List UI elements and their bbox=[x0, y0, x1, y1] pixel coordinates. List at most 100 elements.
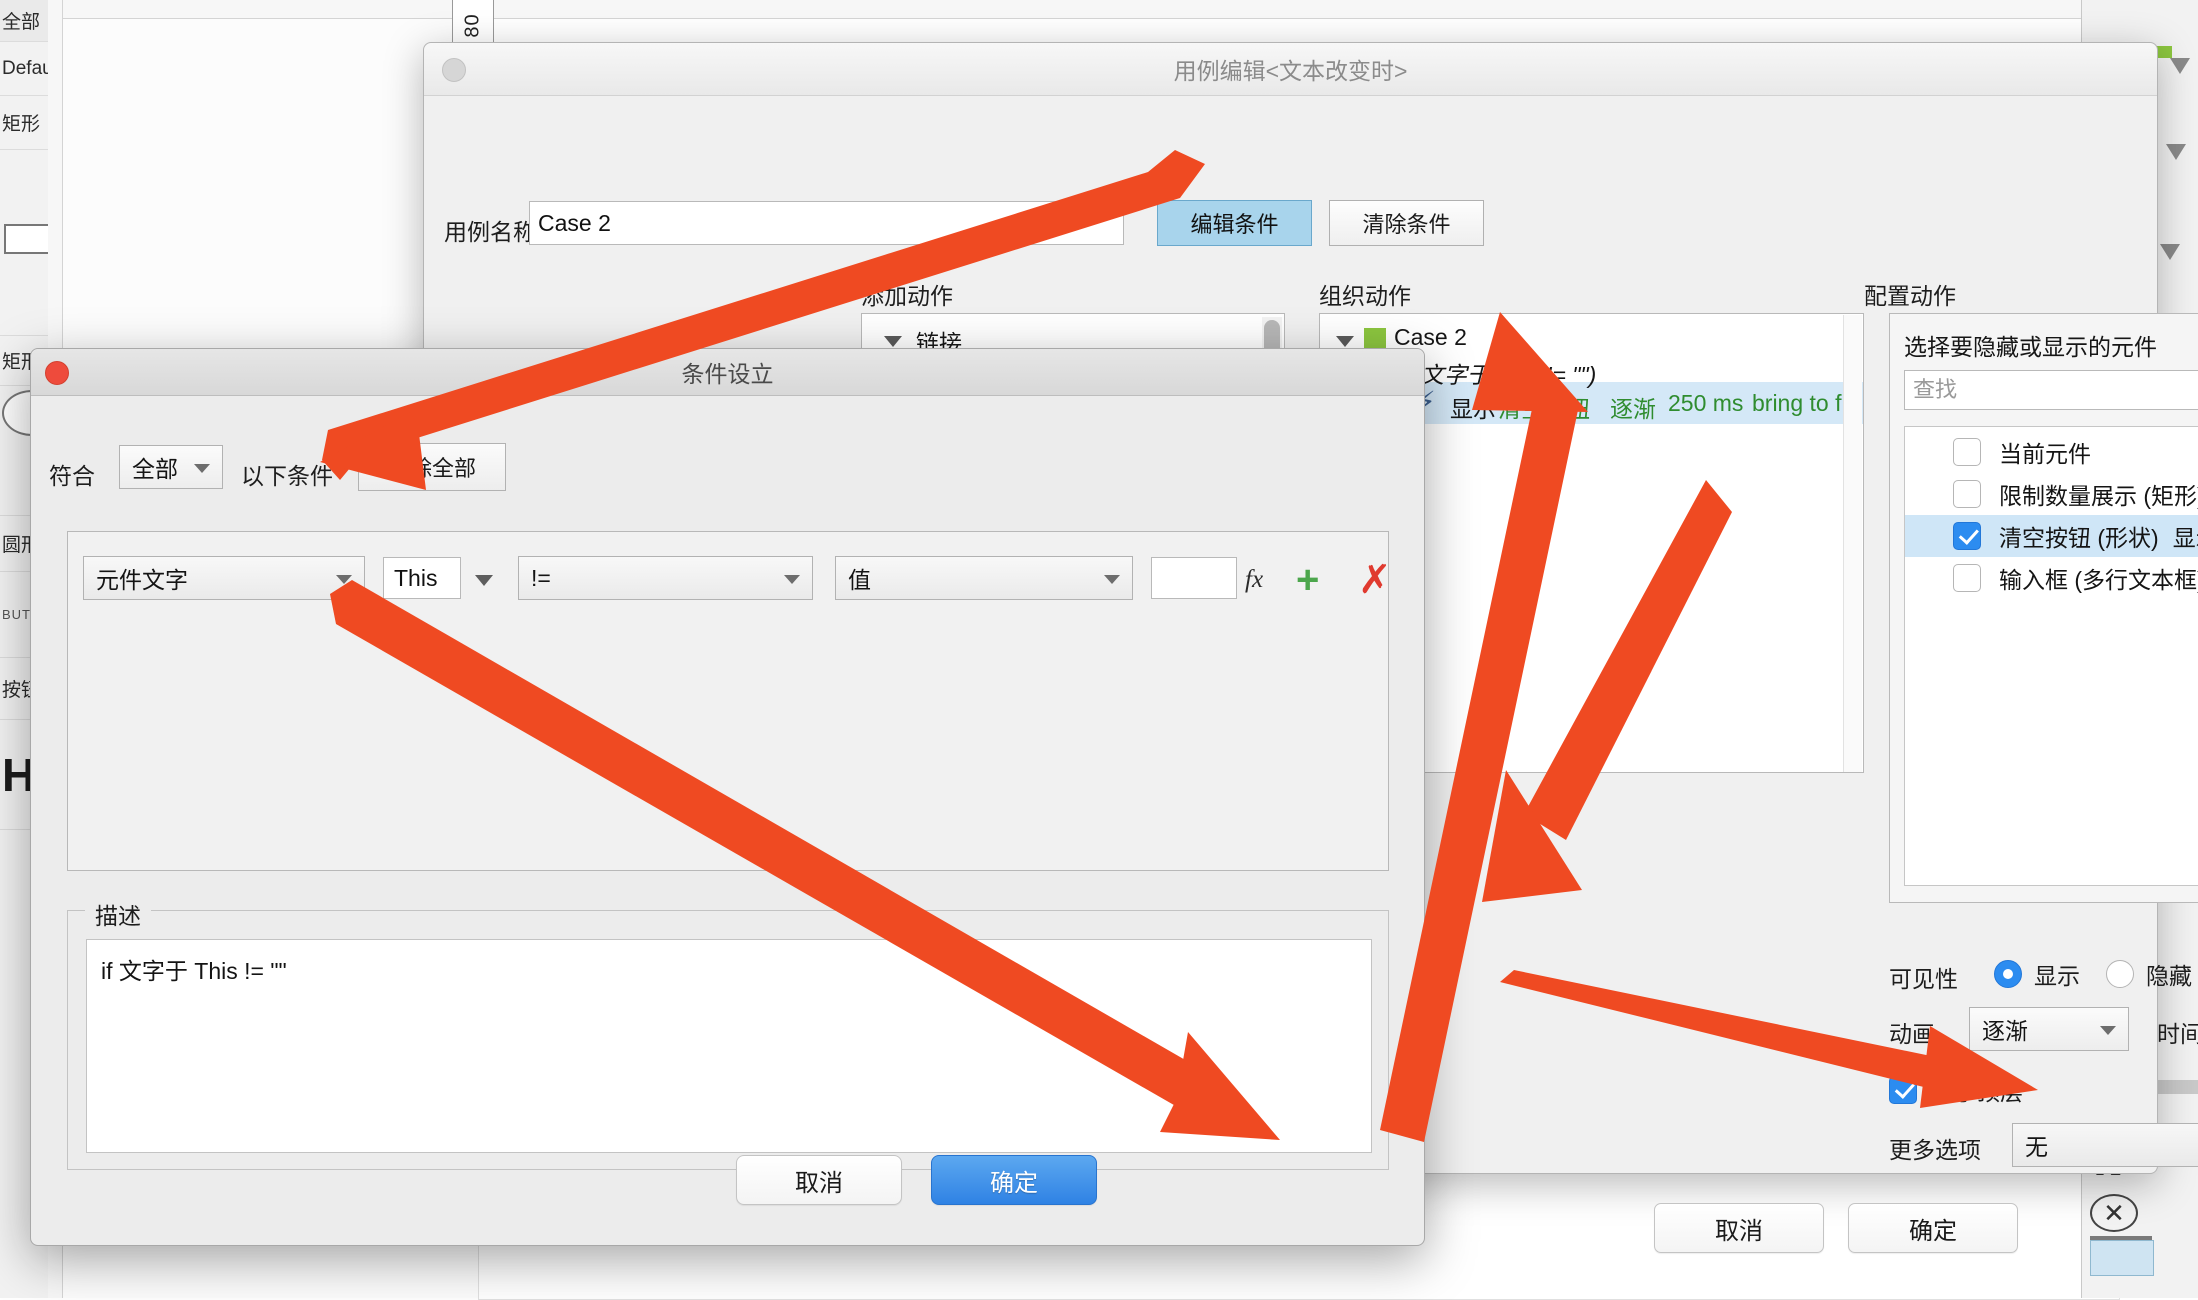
dialog-body: 符合 全部 以下条件 清除全部 元件文字 This != 值 fx + ✗ if… bbox=[31, 395, 1424, 1245]
widget-library-label: Default bbox=[2, 57, 48, 79]
cancel-button[interactable]: 取消 bbox=[1654, 1203, 1824, 1253]
config-action-panel: 选择要隐藏或显示的元件 查找 隐藏未命名的元件 当前元件 限制数量展示 (矩形) bbox=[1889, 313, 2198, 903]
ok-button[interactable]: 确定 bbox=[1848, 1203, 2018, 1253]
widget-checkbox[interactable] bbox=[1953, 438, 1981, 466]
condition-target-value: This bbox=[394, 564, 438, 591]
time-label: 时间 bbox=[2157, 1021, 2198, 1047]
description-text[interactable]: if 文字于 This != "" bbox=[86, 939, 1372, 1153]
dialog-title: 条件设立 bbox=[681, 361, 774, 387]
radio-hide-label: 隐藏 bbox=[2146, 963, 2192, 989]
widget-library-item-all[interactable]: 全部 bbox=[0, 0, 48, 42]
more-options-value: 无 bbox=[2025, 1134, 2048, 1160]
ruler-guide-tab: 80 bbox=[452, 0, 494, 47]
plus-icon[interactable]: + bbox=[1296, 560, 1319, 600]
bring-to-front-row[interactable]: 置于顶层 bbox=[1889, 1073, 2023, 1107]
chevron-down-icon[interactable] bbox=[2166, 144, 2186, 160]
chevron-down-icon bbox=[194, 464, 210, 473]
list-item[interactable]: 限制数量展示 (矩形) bbox=[1905, 473, 2198, 515]
organize-tree-scrollbar[interactable] bbox=[1843, 315, 1862, 772]
animation-select[interactable]: 逐渐 bbox=[1969, 1007, 2129, 1051]
cancel-button[interactable]: 取消 bbox=[736, 1155, 902, 1205]
case-name-label: 用例名称 bbox=[444, 219, 536, 245]
bring-to-front-label: 置于顶层 bbox=[1931, 1079, 2023, 1105]
ruler-tab-value: 80 bbox=[461, 13, 484, 38]
more-options-label: 更多选项 bbox=[1889, 1137, 1981, 1163]
list-item-selected[interactable]: 清空按钮 (形状) 显示 逐渐 250 ms bring to front bbox=[1905, 515, 2198, 557]
organize-action-target: 清空按钮 bbox=[1498, 396, 1590, 422]
fx-button[interactable]: fx bbox=[1245, 566, 1263, 594]
organize-action-duration: 250 ms bbox=[1668, 390, 1744, 416]
list-item[interactable]: 输入框 (多行文本框) bbox=[1905, 557, 2198, 599]
widget-checkbox[interactable] bbox=[1953, 480, 1981, 508]
widget-label: 限制数量展示 (矩形) bbox=[1999, 483, 2198, 509]
more-options-select[interactable]: 无 bbox=[2012, 1123, 2198, 1167]
find-placeholder-text: 查找 bbox=[1913, 377, 1958, 402]
widget-library-label: 矩形 bbox=[2, 114, 41, 135]
widget-checkbox[interactable] bbox=[1953, 564, 1981, 592]
edit-condition-button[interactable]: 编辑条件 bbox=[1157, 200, 1312, 246]
widget-library-item-rectangle[interactable]: 矩形 bbox=[0, 96, 48, 150]
radio-show[interactable] bbox=[1994, 960, 2022, 988]
chevron-down-icon[interactable] bbox=[2160, 244, 2180, 260]
widget-label: 输入框 (多行文本框) bbox=[1999, 567, 2198, 593]
condition-compare-type-select[interactable]: 值 bbox=[835, 556, 1133, 600]
select-widgets-label: 选择要隐藏或显示的元件 bbox=[1904, 334, 2157, 360]
chevron-down-icon bbox=[1104, 575, 1120, 584]
match-label: 符合 bbox=[49, 463, 95, 489]
bring-to-front-checkbox[interactable] bbox=[1889, 1076, 1917, 1104]
add-action-header: 添加动作 bbox=[861, 283, 953, 309]
dialog-title-bar: 条件设立 bbox=[31, 349, 1424, 396]
match-value: 全部 bbox=[132, 456, 178, 482]
chevron-down-icon bbox=[336, 575, 352, 584]
widget-label: 清空按钮 (形状) bbox=[1999, 525, 2159, 551]
condition-subject-value: 元件文字 bbox=[96, 567, 188, 593]
widget-checkbox[interactable] bbox=[1953, 522, 1981, 550]
case-name-input[interactable]: Case 2 bbox=[529, 201, 1124, 245]
find-input[interactable]: 查找 bbox=[1904, 370, 2198, 410]
horizontal-ruler bbox=[0, 0, 2198, 19]
cross-icon[interactable]: ✗ bbox=[1358, 560, 1392, 600]
rectangle-shape-icon bbox=[4, 224, 48, 254]
window-close-icon[interactable] bbox=[45, 361, 69, 385]
visibility-option-show[interactable]: 显示 bbox=[1994, 957, 2080, 991]
chevron-down-icon bbox=[784, 575, 800, 584]
chevron-down-icon[interactable] bbox=[884, 336, 902, 347]
dialog-title: 用例编辑<文本改变时> bbox=[1173, 58, 1408, 84]
widget-label: 当前元件 bbox=[1999, 441, 2091, 467]
below-conditions-label: 以下条件 bbox=[241, 463, 333, 489]
radio-hide[interactable] bbox=[2106, 960, 2134, 988]
chevron-down-icon bbox=[2100, 1026, 2116, 1035]
condition-subject-select[interactable]: 元件文字 bbox=[83, 556, 365, 600]
widget-list[interactable]: 当前元件 限制数量展示 (矩形) 清空按钮 (形状) 显示 逐渐 250 ms … bbox=[1904, 426, 2198, 886]
widget-preview-rectangle[interactable] bbox=[0, 216, 48, 336]
description-group: if 文字于 This != "" bbox=[67, 910, 1389, 1170]
config-action-header: 配置动作 bbox=[1864, 283, 1956, 309]
condition-compare-value-input[interactable] bbox=[1151, 557, 1237, 599]
chevron-down-icon[interactable] bbox=[1336, 336, 1354, 347]
visibility-option-hide[interactable]: 隐藏 bbox=[2106, 957, 2192, 991]
widget-action-summary: 显示 逐渐 250 ms bring to front bbox=[2172, 525, 2198, 551]
circle-x-icon[interactable]: ✕ bbox=[2090, 1194, 2138, 1232]
animation-value: 逐渐 bbox=[1982, 1018, 2028, 1044]
condition-builder-dialog[interactable]: 条件设立 符合 全部 以下条件 清除全部 元件文字 This != 值 fx +… bbox=[30, 348, 1425, 1246]
chevron-down-icon[interactable] bbox=[2170, 58, 2190, 74]
dialog-title-bar: 用例编辑<文本改变时> bbox=[424, 43, 2157, 96]
condition-row[interactable]: 元件文字 This != 值 fx + ✗ bbox=[83, 556, 1392, 602]
organize-action-prefix: 显示 bbox=[1450, 396, 1496, 422]
condition-compare-type-value: 值 bbox=[848, 567, 871, 593]
window-close-icon[interactable] bbox=[442, 58, 466, 82]
organize-case-label[interactable]: Case 2 bbox=[1394, 324, 1467, 351]
condition-operator-value: != bbox=[531, 564, 551, 591]
conditions-area[interactable]: 元件文字 This != 值 fx + ✗ bbox=[67, 531, 1392, 871]
animation-label: 动画 bbox=[1889, 1021, 1935, 1047]
condition-operator-select[interactable]: != bbox=[518, 556, 813, 600]
chevron-down-icon[interactable] bbox=[475, 575, 493, 586]
match-select[interactable]: 全部 bbox=[119, 445, 223, 489]
ok-button[interactable]: 确定 bbox=[931, 1155, 1097, 1205]
condition-target-field[interactable]: This bbox=[383, 557, 461, 599]
selected-widget-preview[interactable] bbox=[2090, 1240, 2154, 1276]
widget-library-item-default[interactable]: Default bbox=[0, 42, 48, 96]
list-item[interactable]: 当前元件 bbox=[1905, 431, 2198, 473]
clear-condition-button[interactable]: 清除条件 bbox=[1329, 200, 1484, 246]
clear-all-button[interactable]: 清除全部 bbox=[358, 443, 506, 491]
